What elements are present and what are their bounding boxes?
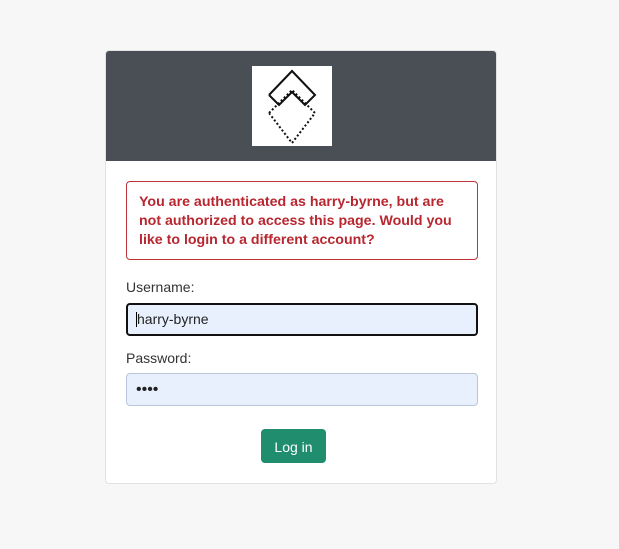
alert-message: You are authenticated as harry-byrne, bu…: [139, 194, 452, 248]
username-value: harry-byrne: [137, 311, 209, 327]
login-card: You are authenticated as harry-byrne, bu…: [105, 50, 497, 484]
authorization-alert: You are authenticated as harry-byrne, bu…: [126, 181, 478, 260]
login-button[interactable]: Log in: [261, 429, 326, 463]
password-field[interactable]: ••••: [126, 373, 478, 406]
password-label: Password:: [126, 350, 192, 366]
diamond-chevron-logo-icon: [268, 69, 317, 145]
username-label: Username:: [126, 279, 195, 295]
password-masked-value: ••••: [136, 381, 159, 398]
username-field[interactable]: harry-byrne: [126, 303, 478, 336]
logo: [252, 66, 332, 146]
login-header: [106, 51, 496, 161]
